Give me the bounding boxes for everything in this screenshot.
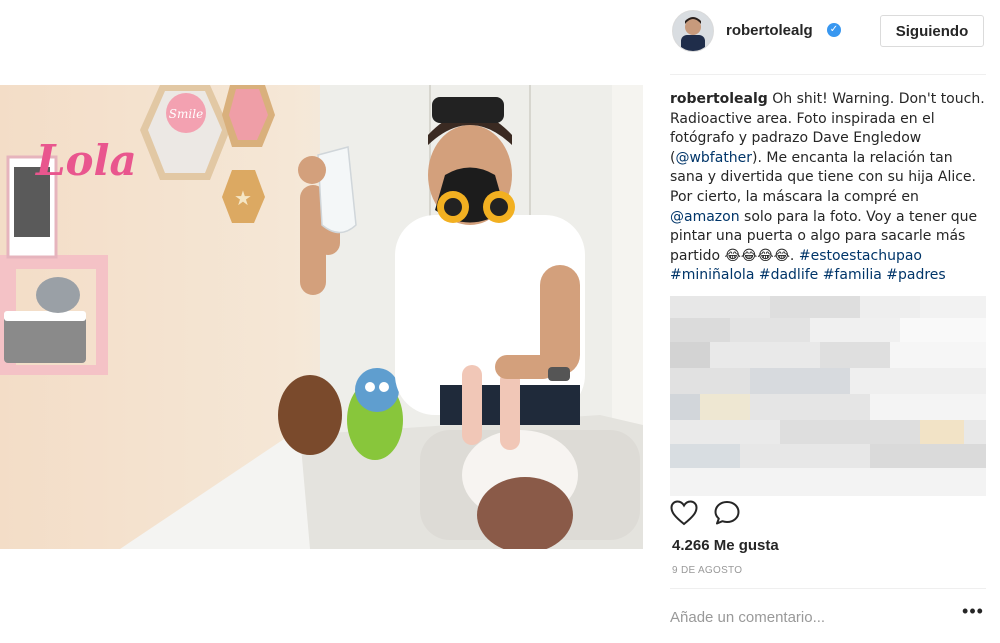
blurred-comments-area [670, 296, 986, 496]
following-button[interactable]: Siguiendo [880, 15, 984, 47]
toy-dog [278, 375, 342, 455]
verified-badge-icon: ✓ [827, 23, 841, 37]
comment-form: ••• [670, 600, 986, 634]
wristwatch [548, 367, 570, 381]
avatar-image [673, 11, 713, 51]
more-options-icon[interactable]: ••• [962, 602, 984, 626]
avatar[interactable] [672, 10, 714, 52]
post-photo[interactable]: Smile ★ Lola [0, 85, 643, 549]
likes-count[interactable]: 4.266 Me gusta [672, 537, 779, 554]
wall-name-letters: Lola [35, 136, 137, 185]
post-photo-illustration: Smile ★ Lola [0, 85, 643, 549]
svg-text:★: ★ [234, 188, 252, 210]
post-caption: robertolealg Oh shit! Warning. Don't tou… [670, 90, 986, 286]
username-link[interactable]: robertolealg [726, 22, 813, 39]
speech-bubble-icon[interactable] [714, 500, 742, 531]
storage-basket [4, 315, 86, 363]
pixelation-mosaic [670, 296, 986, 496]
header-divider [670, 74, 986, 75]
heart-icon[interactable] [670, 500, 698, 531]
post-date[interactable]: 9 DE AGOSTO [672, 565, 742, 576]
post-header: robertolealg ✓ Siguiendo [670, 8, 986, 56]
comment-divider [670, 588, 986, 589]
mention-wbfather-link[interactable]: @wbfather [675, 150, 752, 166]
post-side-panel: robertolealg ✓ Siguiendo robertolealg Oh… [670, 0, 986, 643]
toy-elephant [36, 277, 80, 313]
mention-amazon-link[interactable]: @amazon [670, 209, 740, 225]
smile-sign-text: Smile [169, 107, 203, 121]
diving-goggles [432, 97, 504, 123]
post-actions [670, 500, 986, 530]
caption-username-link[interactable]: robertolealg [670, 91, 768, 107]
comment-input[interactable] [670, 600, 950, 634]
